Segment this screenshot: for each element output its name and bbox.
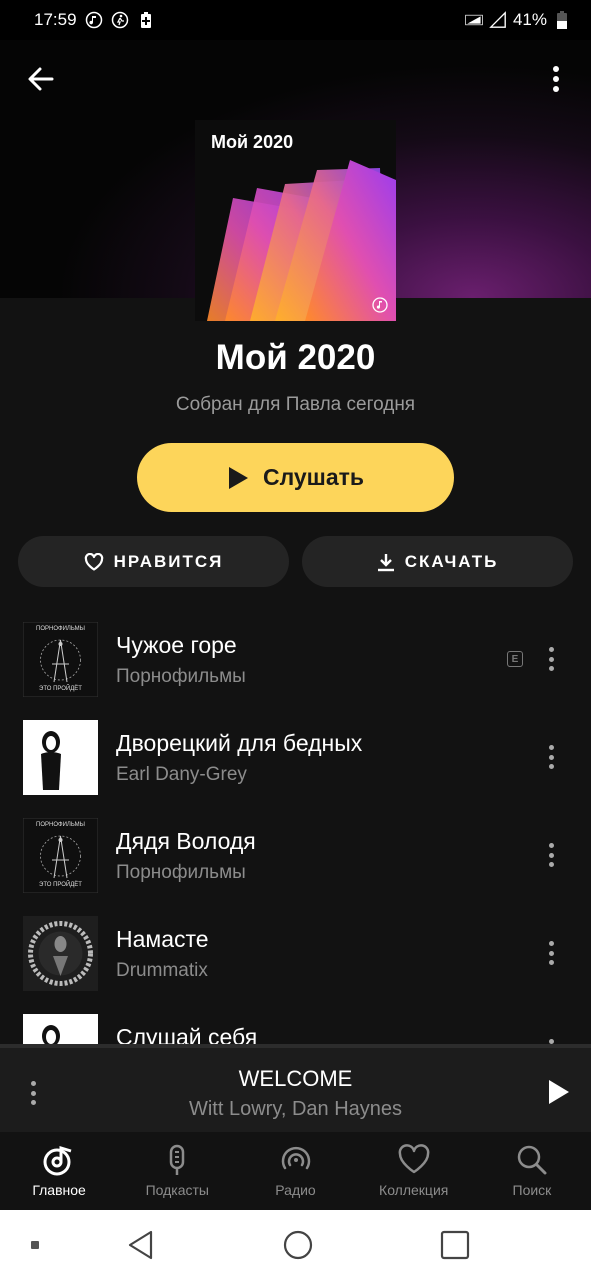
now-playing-title: WELCOME [238,1066,353,1091]
track-more-button[interactable] [540,938,562,968]
playlist-cover: Мой 2020 [195,120,396,321]
mini-play-button[interactable] [541,1076,573,1108]
recents-dot-button[interactable] [28,1238,42,1252]
track-more-button[interactable] [540,1036,562,1044]
status-time: 17:59 [34,10,77,29]
more-vertical-icon [553,66,559,92]
music-notification-icon [85,11,103,29]
more-options-button[interactable] [539,62,573,96]
track-cover: ПОРНОФИЛЬМЫ ЭТО ПРОЙДЁТ [23,622,98,697]
back-button[interactable] [24,62,58,96]
nav-item-collection[interactable]: Коллекция [355,1132,473,1210]
download-label: СКАЧАТЬ [404,551,499,571]
playlist-subtitle: Собран для Павла сегодня [175,394,416,415]
nav-item-search[interactable]: Поиск [473,1132,591,1210]
track-cover [23,916,98,991]
like-label: НРАВИТСЯ [113,551,224,571]
system-recents-button[interactable] [438,1228,472,1262]
listen-button[interactable]: Слушать [137,443,454,512]
nav-item-radio[interactable]: Радио [236,1132,354,1210]
explicit-badge: E [507,651,523,667]
track-title: Дядя Володя [116,828,256,854]
track-cover [23,1014,98,1044]
track-artist: Порнофильмы [116,666,246,687]
track-cover [23,720,98,795]
cover-text-bottom: ЭТО ПРОЙДЁТ [39,882,82,888]
status-bar: 17:59 41% [0,0,591,40]
battery-icon [553,11,571,29]
nav-item-podcasts[interactable]: Подкасты [118,1132,236,1210]
cover-text-bottom: ЭТО ПРОЙДЁТ [39,686,82,692]
track-title: Чужое горе [116,632,237,658]
playlist-title: Мой 2020 [215,338,376,377]
listen-label: Слушать [262,464,365,490]
track-row[interactable]: ПОРНОФИЛЬМЫ ЭТО ПРОЙДЁТ Дядя Володя Порн… [0,806,591,904]
nav-label: Главное [32,1182,86,1198]
triangle-back-icon [128,1230,153,1260]
nav-label: Подкасты [145,1182,209,1198]
cover-text-top: ПОРНОФИЛЬМЫ [36,626,85,632]
battery-saver-icon [137,11,155,29]
nav-item-home[interactable]: Главное [0,1132,118,1210]
signal-4g-icon [465,11,483,29]
heart-icon [84,552,103,571]
cover-text-top: ПОРНОФИЛЬМЫ [36,822,85,828]
track-artist: Drummatix [116,960,208,981]
track-list: ПОРНОФИЛЬМЫ ЭТО ПРОЙДЁТ Чужое горе Порно… [0,610,591,1044]
square-recents-icon [440,1230,470,1260]
nav-label: Поиск [512,1182,552,1198]
bottom-nav: Главное Подкасты Радио Коллекция Поиск [0,1132,591,1210]
system-nav-bar [0,1210,591,1280]
track-row[interactable]: Намасте Drummatix [0,904,591,1002]
track-row[interactable]: Дворецкий для бедных Earl Dany-Grey [0,708,591,806]
arrow-left-icon [28,67,54,91]
system-home-button[interactable] [281,1228,315,1262]
track-title: Слушай себя [116,1024,258,1044]
now-playing-artist: Witt Lowry, Dan Haynes [188,1098,403,1120]
like-button[interactable]: НРАВИТСЯ [18,536,289,587]
activity-icon [111,11,129,29]
home-music-icon [41,1142,77,1178]
microphone-icon [159,1142,195,1178]
play-icon [228,466,248,489]
heart-icon [396,1142,432,1178]
play-icon [549,1080,569,1104]
mini-player[interactable]: WELCOME Witt Lowry, Dan Haynes [0,1044,591,1132]
cover-title: Мой 2020 [211,132,294,152]
track-more-button[interactable] [540,644,562,674]
radio-icon [278,1142,314,1178]
track-artist: Earl Dany-Grey [116,764,247,785]
track-more-button[interactable] [540,840,562,870]
music-logo-icon [372,297,388,313]
track-title: Дворецкий для бедных [116,730,363,756]
nav-label: Коллекция [379,1182,449,1198]
circle-home-icon [283,1230,313,1260]
download-icon [377,553,394,571]
track-row[interactable]: ПОРНОФИЛЬМЫ ЭТО ПРОЙДЁТ Чужое горе Порно… [0,610,591,708]
search-icon [514,1142,550,1178]
signal-icon [489,11,507,29]
track-artist: Порнофильмы [116,862,246,883]
system-back-button[interactable] [124,1228,158,1262]
track-row[interactable]: Слушай себя [0,1002,591,1044]
track-title: Намасте [116,926,209,952]
track-more-button[interactable] [540,742,562,772]
nav-label: Радио [275,1182,316,1198]
dot-icon [31,1241,39,1249]
battery-percent: 41% [512,10,547,29]
top-bar [0,56,591,102]
download-button[interactable]: СКАЧАТЬ [302,536,573,587]
track-cover: ПОРНОФИЛЬМЫ ЭТО ПРОЙДЁТ [23,818,98,893]
